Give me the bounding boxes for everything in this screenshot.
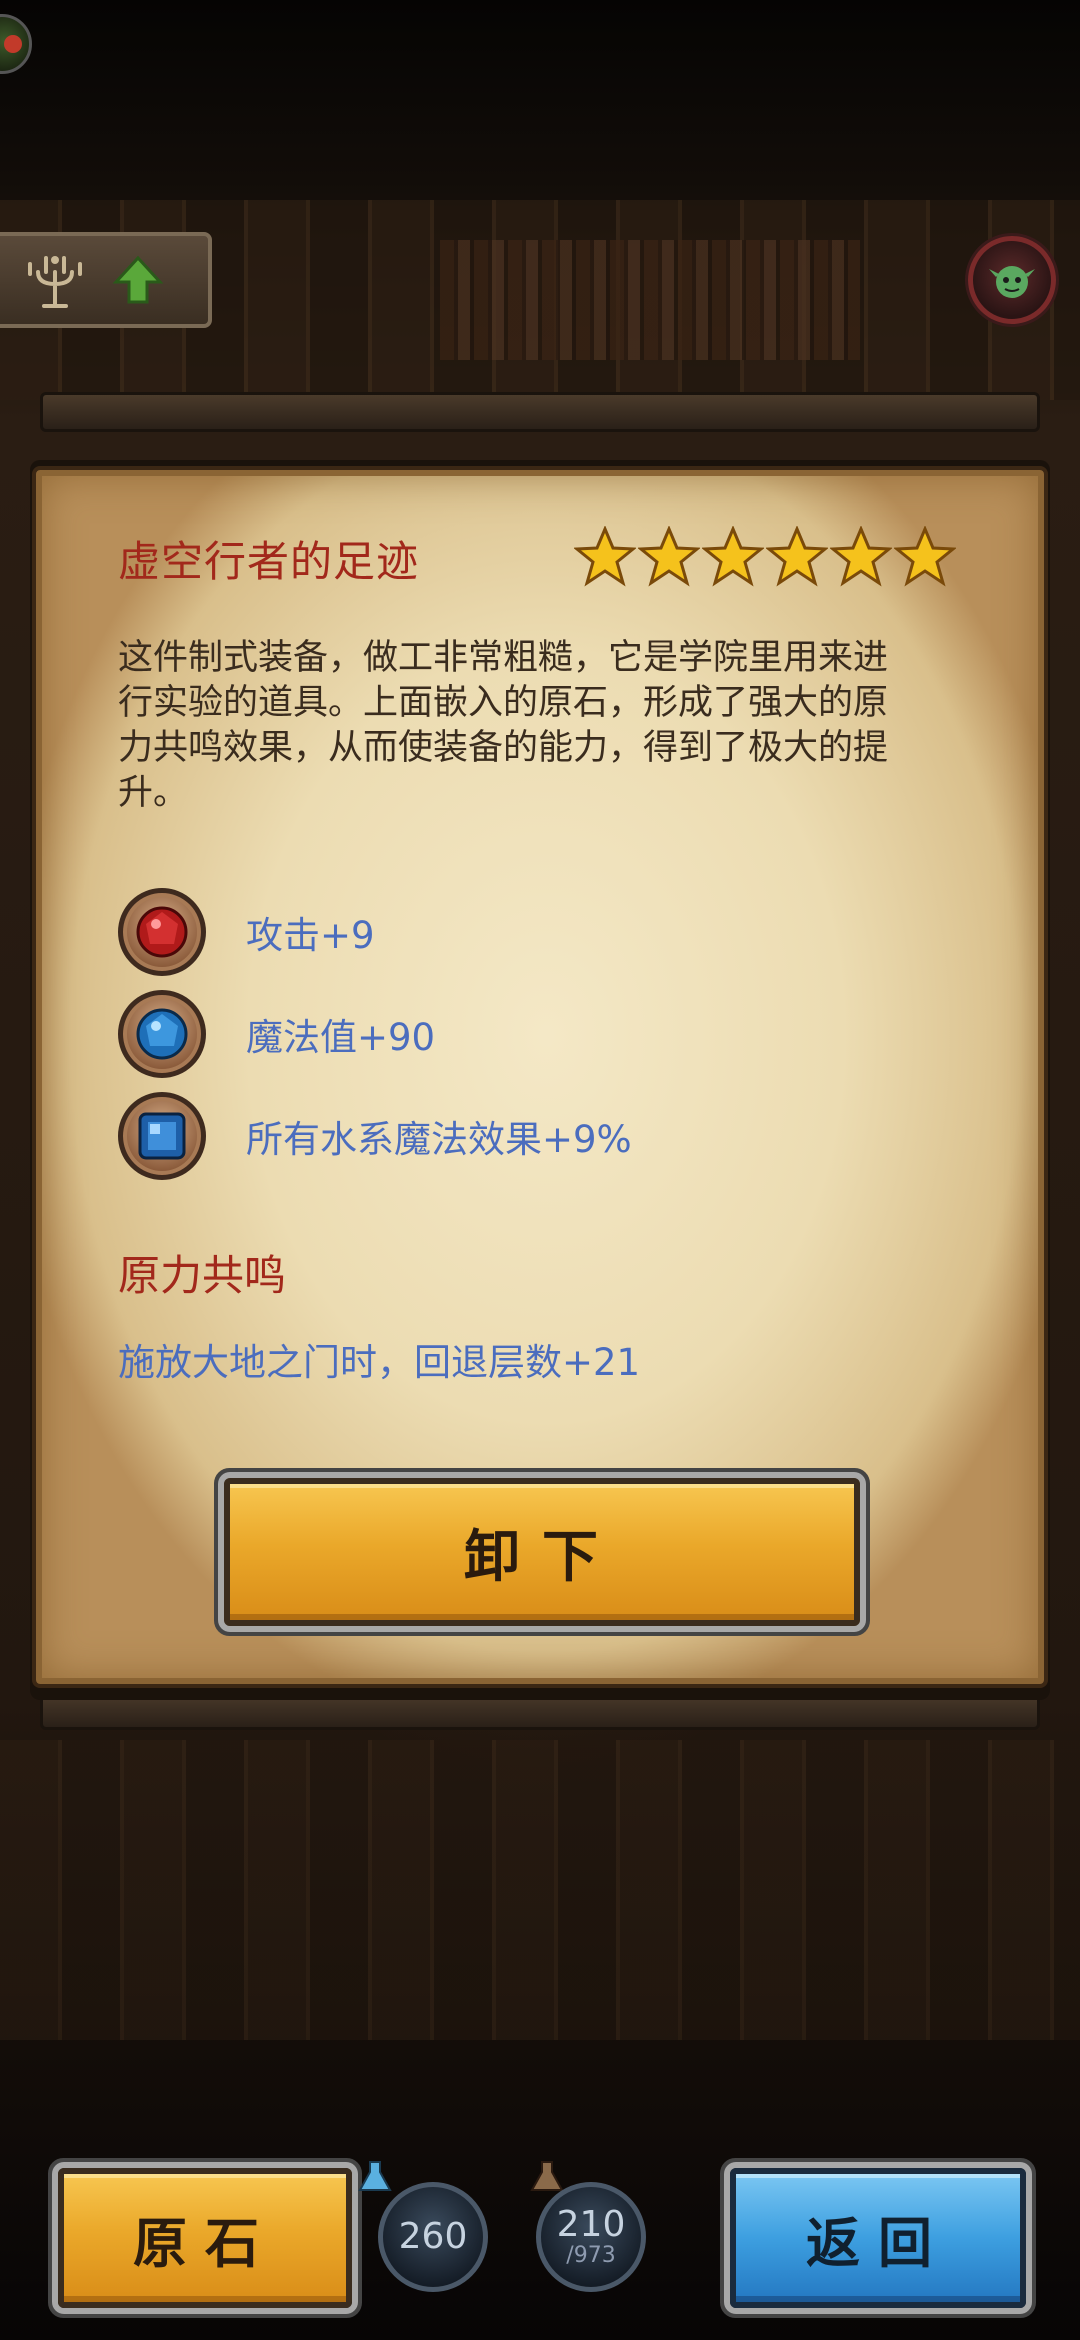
red-gem-icon — [118, 888, 206, 976]
star-icon — [638, 526, 700, 587]
tab-candelabra[interactable] — [0, 232, 212, 328]
counter-value: 260 — [398, 2216, 468, 2257]
blue-round-gem-icon — [118, 990, 206, 1078]
gems-button[interactable]: 原石 — [58, 2168, 352, 2308]
star-icon — [894, 526, 956, 587]
stat-text: 魔法值+90 — [246, 1016, 436, 1059]
star-icon — [702, 526, 764, 587]
stat-row-mana: 魔法值+90 — [118, 990, 435, 1078]
stat-row-attack: 攻击+9 — [118, 888, 375, 976]
resource-counter-1: 260 — [378, 2182, 488, 2292]
upgrade-arrow-icon — [112, 255, 164, 304]
back-button[interactable]: 返回 — [730, 2168, 1026, 2308]
stat-text: 攻击+9 — [246, 914, 375, 957]
stat-text: 所有水系魔法效果+9% — [246, 1118, 632, 1161]
frame-rail-top — [40, 392, 1040, 432]
item-description: 这件制式装备，做工非常粗糙，它是学院里用来进行实验的道具。上面嵌入的原石，形成了… — [118, 638, 889, 813]
star-icon — [574, 526, 636, 587]
book-row — [440, 240, 860, 360]
counter-value: 210 — [556, 2204, 626, 2245]
avatar[interactable] — [968, 236, 1056, 324]
blue-square-gem-icon — [118, 1092, 206, 1180]
item-title: 虚空行者的足迹 — [118, 537, 420, 586]
flask-icon — [530, 2161, 564, 2191]
star-rating — [574, 526, 956, 590]
flask-icon — [358, 2161, 392, 2191]
resonance-effect: 施放大地之门时，回退层数+21 — [118, 1341, 641, 1384]
resonance-title: 原力共鸣 — [118, 1251, 287, 1300]
unequip-button[interactable]: 卸下 — [224, 1478, 860, 1626]
candelabra-icon — [28, 256, 82, 308]
bookshelf-bottom — [0, 1740, 1080, 2040]
star-icon — [766, 526, 828, 587]
stat-row-water-magic: 所有水系魔法效果+9% — [118, 1092, 632, 1180]
goblin-face-icon — [989, 266, 1035, 298]
resource-counter-2: 210 /973 — [536, 2182, 646, 2292]
star-icon — [830, 526, 892, 587]
counter-total: /973 — [566, 2243, 616, 2268]
